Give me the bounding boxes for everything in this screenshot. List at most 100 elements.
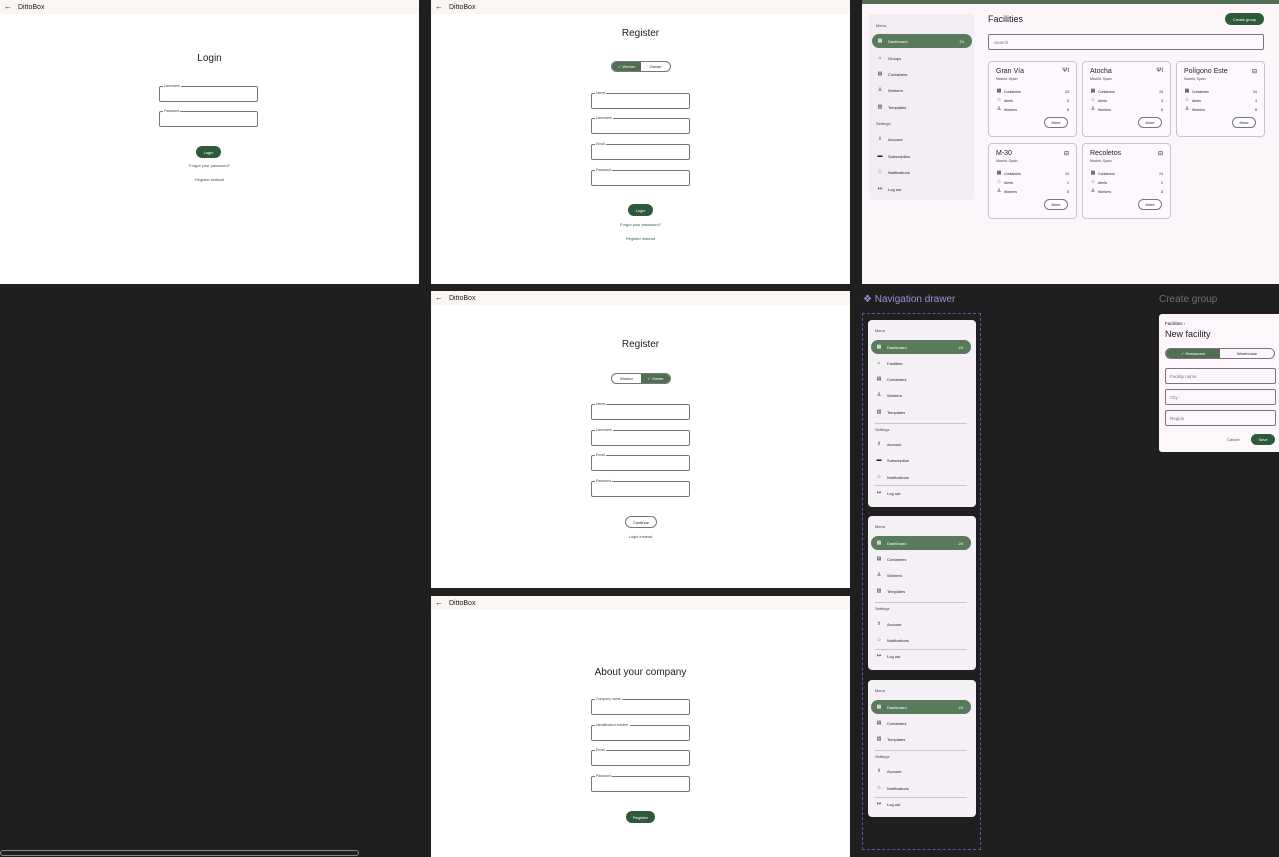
sidebar-item-containers[interactable]: ▤ Containers [872,67,972,81]
breadcrumb-facilities[interactable]: Facilities [1165,321,1183,326]
facility-city: Madrid, Spain [1090,159,1112,163]
forgot-password-link[interactable]: Forgot your password? [0,163,419,168]
drawer-item-containers[interactable]: ▤ Containers [871,373,971,387]
password-field[interactable]: Password [591,167,690,186]
email-field[interactable]: Email [591,747,690,766]
workers-row: ♙ Workers 8 [996,189,1069,194]
save-button[interactable]: Save [1251,434,1275,445]
cancel-button[interactable]: Cancel [1227,437,1239,442]
more-button[interactable]: More [1044,117,1068,128]
facility-card[interactable]: Recoletos Madrid, Spain ⊟ ▦ Containers 24 ♤ Ale… [1082,143,1171,219]
dialog-title: New facility [1165,329,1211,339]
facility-card[interactable]: Polígono Este Madrid, Spain ⊟ ▦ Containers 24… [1176,61,1265,137]
owner-segment[interactable]: ✓ Owner [641,374,670,383]
drawer-item-subscription[interactable]: ▬ Subscription [871,454,971,468]
drawer-item-account[interactable]: ♗ Account [871,765,971,779]
notifications-icon: ♤ [876,473,882,480]
drawer-item-dashboard[interactable]: ▦ Dashboard 24 [871,536,971,550]
back-arrow-icon[interactable]: ← [435,3,443,11]
username-field[interactable]: Username [159,83,258,102]
warehouse-segment[interactable]: Warehouse [1220,349,1274,358]
sidebar-item-notifications[interactable]: ♤ Notifications [872,165,972,179]
facility-card[interactable]: Gran Vía Madrid, Spain ΨΙ ▦ Containers 24 ♤ Ale… [988,61,1077,137]
drawer-item-containers[interactable]: ▤ Containers [871,552,971,566]
password-field[interactable]: Password [591,773,690,792]
drawer-item-templates[interactable]: ▥ Templates [871,585,971,599]
drawer-item-facilities[interactable]: ⌂ Facilities [871,356,971,370]
drawer-item-account[interactable]: ♗ Account [871,438,971,452]
password-label: Password [595,167,613,173]
sidebar-item-subscription[interactable]: ▬ Subscription [872,149,972,163]
warehouse-icon: ⊟ [1157,151,1163,157]
register-instead-link[interactable]: Register instead [0,177,419,182]
more-button[interactable]: More [1232,117,1256,128]
drawer-item-containers[interactable]: ▤ Containers [871,716,971,730]
sidebar-item-groups[interactable]: ⌂ Groups [872,51,972,65]
drawer-item-workers[interactable]: ♙ Workers [871,569,971,583]
sidebar-item-account[interactable]: ♗ Account [872,132,972,146]
drawer-item-label: Log out [887,654,901,660]
drawer-item-notifications[interactable]: ♤ Notifications [871,781,971,795]
drawer-item-account[interactable]: ♗ Account [871,617,971,631]
back-arrow-icon[interactable]: ← [435,294,443,302]
name-field[interactable]: Name [591,401,690,420]
name-field[interactable]: Name [591,90,690,109]
username-field[interactable]: Username [591,115,690,134]
region-field[interactable]: Region [1165,410,1276,426]
drawer-item-templates[interactable]: ▥ Templates [871,733,971,747]
search-input[interactable]: Search [988,34,1264,50]
register-instead-link[interactable]: Register instead [431,236,850,241]
drawer-item-log-out[interactable]: ↦ Log out [871,650,971,664]
account-icon: ♗ [877,135,883,142]
person-icon: ♙ [1090,188,1096,194]
facility-card[interactable]: M-30 Madrid, Spain ⊟ ▦ Containers 24 ♤ Alerts 1 ♙… [988,143,1077,219]
more-button[interactable]: More [1138,199,1162,210]
sidebar-item-templates[interactable]: ▥ Templates [872,100,972,114]
facility-card[interactable]: Atocha Madrid, Spain ΨΙ ▦ Containers 24 ♤ Alert… [1082,61,1171,137]
back-arrow-icon[interactable]: ← [4,3,12,11]
drawer-item-dashboard[interactable]: ▦ Dashboard 24 [871,340,971,354]
drawer-item-notifications[interactable]: ♤ Notifications [871,470,971,484]
login-instead-link[interactable]: Login instead [431,534,850,539]
email-field[interactable]: Email [591,141,690,160]
company-name-field[interactable]: Company name [591,696,690,715]
login-button[interactable]: Login [196,146,221,158]
forgot-password-link[interactable]: Forgot your password? [431,222,850,227]
restaurant-segment[interactable]: ✓ Restaurant [1166,349,1220,358]
username-field[interactable]: Username [591,427,690,446]
containers-icon: ▦ [996,88,1002,94]
sidebar-item-label: Templates [888,104,907,110]
containers-row: ▦ Containers 24 [1090,171,1163,176]
login-button[interactable]: Login [628,204,653,216]
sidebar-item-workers[interactable]: ♙ Workers [872,83,972,97]
worker-segment[interactable]: ✓ Worker [612,62,641,71]
drawer-item-log-out[interactable]: ↦ Log out [871,798,971,812]
sidebar-item-log-out[interactable]: ↦ Log out [872,182,972,196]
email-field[interactable]: Email [591,452,690,471]
more-button[interactable]: More [1138,117,1162,128]
more-button[interactable]: More [1044,199,1068,210]
worker-segment[interactable]: Worker [612,374,641,383]
back-arrow-icon[interactable]: ← [435,599,443,607]
bell-icon: ♤ [996,179,1002,185]
drawer-item-log-out[interactable]: ↦ Log out [871,486,971,500]
drawer-item-templates[interactable]: ▥ Templates [871,405,971,419]
create-group-button[interactable]: Create group [1225,13,1264,25]
register-button[interactable]: Register [626,811,655,823]
city-field[interactable]: City [1165,389,1276,405]
horizontal-scrollbar[interactable] [0,850,359,856]
identification-number-field[interactable]: Identification number [591,722,690,741]
city-placeholder: City [1170,395,1178,400]
owner-segment[interactable]: Owner [641,62,670,71]
facility-name-field[interactable]: Facility name [1165,368,1276,384]
drawer-item-notifications[interactable]: ♤ Notifications [871,634,971,648]
continue-button[interactable]: Continue [625,516,657,528]
row-value: 24 [1253,89,1257,94]
password-field[interactable]: Password [159,108,258,127]
sidebar-item-dashboard[interactable]: ▦ Dashboard 24 [872,34,972,48]
password-field[interactable]: Password [591,478,690,497]
register-worker-screen: ← DittoBox Register ✓ Worker Owner Name U… [431,0,850,284]
drawer-item-dashboard[interactable]: ▦ Dashboard 24 [871,700,971,714]
drawer-item-workers[interactable]: ♙ Workers [871,389,971,403]
drawer-item-label: Log out [887,802,901,807]
